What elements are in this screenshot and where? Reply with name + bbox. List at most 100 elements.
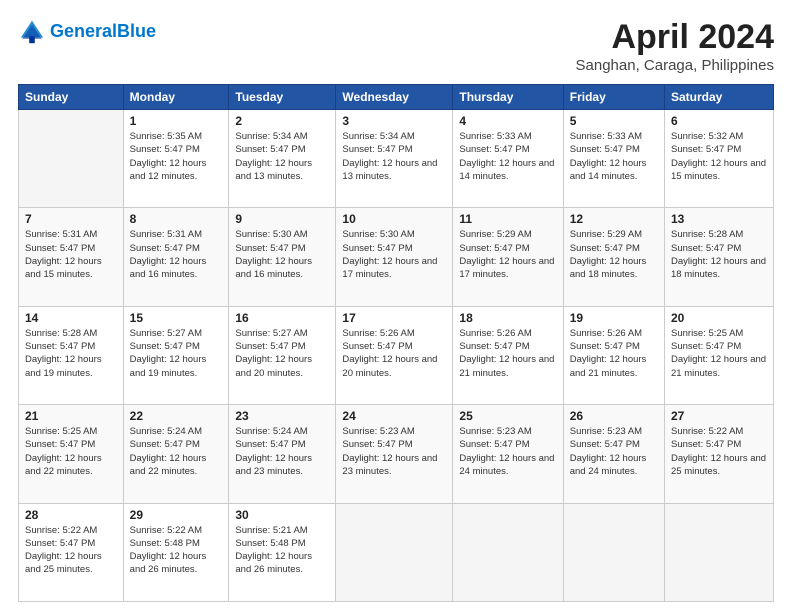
calendar-cell: 20 Sunrise: 5:25 AM Sunset: 5:47 PM Dayli… — [665, 306, 774, 404]
day-info: Sunrise: 5:32 AM Sunset: 5:47 PM Dayligh… — [671, 130, 767, 183]
day-info: Sunrise: 5:31 AM Sunset: 5:47 PM Dayligh… — [25, 228, 117, 281]
calendar-cell: 23 Sunrise: 5:24 AM Sunset: 5:47 PM Dayli… — [229, 405, 336, 503]
day-info: Sunrise: 5:35 AM Sunset: 5:47 PM Dayligh… — [130, 130, 223, 183]
day-number: 14 — [25, 311, 117, 325]
day-info: Sunrise: 5:22 AM Sunset: 5:48 PM Dayligh… — [130, 524, 223, 577]
calendar-cell: 25Sunrise: 5:23 AM Sunset: 5:47 PM Dayli… — [453, 405, 563, 503]
day-info: Sunrise: 5:34 AM Sunset: 5:47 PM Dayligh… — [342, 130, 446, 183]
day-number: 4 — [459, 114, 556, 128]
calendar-cell: 10 Sunrise: 5:30 AM Sunset: 5:47 PM Dayli… — [336, 208, 453, 306]
day-number: 10 — [342, 212, 446, 226]
calendar-cell: 19 Sunrise: 5:26 AM Sunset: 5:47 PM Dayli… — [563, 306, 664, 404]
weekday-header: Monday — [123, 85, 229, 110]
calendar-cell: 5 Sunrise: 5:33 AM Sunset: 5:47 PM Daylig… — [563, 110, 664, 208]
day-info: Sunrise: 5:26 AM Sunset: 5:47 PM Dayligh… — [342, 327, 446, 380]
calendar-cell — [563, 503, 664, 601]
calendar-cell: 21 Sunrise: 5:25 AM Sunset: 5:47 PM Dayli… — [19, 405, 124, 503]
day-info: Sunrise: 5:23 AM Sunset: 5:47 PM Dayligh… — [342, 425, 446, 478]
calendar-cell — [453, 503, 563, 601]
calendar-cell: 6 Sunrise: 5:32 AM Sunset: 5:47 PM Daylig… — [665, 110, 774, 208]
calendar-cell: 28 Sunrise: 5:22 AM Sunset: 5:47 PM Dayli… — [19, 503, 124, 601]
day-number: 16 — [235, 311, 329, 325]
day-number: 19 — [570, 311, 658, 325]
day-number: 27 — [671, 409, 767, 423]
day-number: 13 — [671, 212, 767, 226]
day-info: Sunrise: 5:29 AM Sunset: 5:47 PM Dayligh… — [570, 228, 658, 281]
calendar-week-row: 28 Sunrise: 5:22 AM Sunset: 5:47 PM Dayli… — [19, 503, 774, 601]
day-number: 30 — [235, 508, 329, 522]
calendar-cell: 29Sunrise: 5:22 AM Sunset: 5:48 PM Dayli… — [123, 503, 229, 601]
calendar-cell: 13Sunrise: 5:28 AM Sunset: 5:47 PM Dayli… — [665, 208, 774, 306]
day-number: 8 — [130, 212, 223, 226]
logo-general: General — [50, 21, 117, 41]
calendar-cell: 2Sunrise: 5:34 AM Sunset: 5:47 PM Daylig… — [229, 110, 336, 208]
logo-blue: Blue — [117, 21, 156, 41]
weekday-header: Tuesday — [229, 85, 336, 110]
calendar-cell: 3 Sunrise: 5:34 AM Sunset: 5:47 PM Daylig… — [336, 110, 453, 208]
day-number: 1 — [130, 114, 223, 128]
day-number: 23 — [235, 409, 329, 423]
calendar-cell: 15 Sunrise: 5:27 AM Sunset: 5:47 PM Dayli… — [123, 306, 229, 404]
day-number: 26 — [570, 409, 658, 423]
calendar-cell: 26 Sunrise: 5:23 AM Sunset: 5:47 PM Dayli… — [563, 405, 664, 503]
day-number: 3 — [342, 114, 446, 128]
header-row: SundayMondayTuesdayWednesdayThursdayFrid… — [19, 85, 774, 110]
day-number: 15 — [130, 311, 223, 325]
day-number: 24 — [342, 409, 446, 423]
weekday-header: Wednesday — [336, 85, 453, 110]
day-info: Sunrise: 5:28 AM Sunset: 5:47 PM Dayligh… — [25, 327, 117, 380]
calendar-cell: 16 Sunrise: 5:27 AM Sunset: 5:47 PM Dayli… — [229, 306, 336, 404]
calendar-cell: 18 Sunrise: 5:26 AM Sunset: 5:47 PM Dayli… — [453, 306, 563, 404]
calendar-week-row: 21 Sunrise: 5:25 AM Sunset: 5:47 PM Dayli… — [19, 405, 774, 503]
calendar-cell — [665, 503, 774, 601]
calendar-cell: 22 Sunrise: 5:24 AM Sunset: 5:47 PM Dayli… — [123, 405, 229, 503]
day-info: Sunrise: 5:33 AM Sunset: 5:47 PM Dayligh… — [459, 130, 556, 183]
day-info: Sunrise: 5:26 AM Sunset: 5:47 PM Dayligh… — [459, 327, 556, 380]
weekday-header: Thursday — [453, 85, 563, 110]
weekday-header: Sunday — [19, 85, 124, 110]
calendar-week-row: 7Sunrise: 5:31 AM Sunset: 5:47 PM Daylig… — [19, 208, 774, 306]
day-number: 6 — [671, 114, 767, 128]
subtitle: Sanghan, Caraga, Philippines — [576, 57, 774, 74]
day-info: Sunrise: 5:29 AM Sunset: 5:47 PM Dayligh… — [459, 228, 556, 281]
day-info: Sunrise: 5:21 AM Sunset: 5:48 PM Dayligh… — [235, 524, 329, 577]
main-title: April 2024 — [576, 18, 774, 57]
day-number: 5 — [570, 114, 658, 128]
day-info: Sunrise: 5:30 AM Sunset: 5:47 PM Dayligh… — [235, 228, 329, 281]
day-info: Sunrise: 5:27 AM Sunset: 5:47 PM Dayligh… — [235, 327, 329, 380]
logo-icon — [18, 18, 46, 46]
weekday-header: Friday — [563, 85, 664, 110]
day-info: Sunrise: 5:22 AM Sunset: 5:47 PM Dayligh… — [25, 524, 117, 577]
weekday-header: Saturday — [665, 85, 774, 110]
calendar-cell: 8Sunrise: 5:31 AM Sunset: 5:47 PM Daylig… — [123, 208, 229, 306]
day-info: Sunrise: 5:22 AM Sunset: 5:47 PM Dayligh… — [671, 425, 767, 478]
calendar-page: GeneralBlue April 2024 Sanghan, Caraga, … — [0, 0, 792, 612]
day-number: 12 — [570, 212, 658, 226]
logo-text: GeneralBlue — [50, 22, 156, 42]
day-info: Sunrise: 5:23 AM Sunset: 5:47 PM Dayligh… — [459, 425, 556, 478]
calendar-cell: 14 Sunrise: 5:28 AM Sunset: 5:47 PM Dayli… — [19, 306, 124, 404]
day-number: 21 — [25, 409, 117, 423]
calendar-cell: 7Sunrise: 5:31 AM Sunset: 5:47 PM Daylig… — [19, 208, 124, 306]
day-number: 11 — [459, 212, 556, 226]
calendar-week-row: 1 Sunrise: 5:35 AM Sunset: 5:47 PM Daylig… — [19, 110, 774, 208]
day-info: Sunrise: 5:27 AM Sunset: 5:47 PM Dayligh… — [130, 327, 223, 380]
day-info: Sunrise: 5:33 AM Sunset: 5:47 PM Dayligh… — [570, 130, 658, 183]
calendar-cell: 24 Sunrise: 5:23 AM Sunset: 5:47 PM Dayli… — [336, 405, 453, 503]
calendar-week-row: 14 Sunrise: 5:28 AM Sunset: 5:47 PM Dayli… — [19, 306, 774, 404]
day-info: Sunrise: 5:25 AM Sunset: 5:47 PM Dayligh… — [25, 425, 117, 478]
calendar-cell: 30 Sunrise: 5:21 AM Sunset: 5:48 PM Dayli… — [229, 503, 336, 601]
day-number: 22 — [130, 409, 223, 423]
day-info: Sunrise: 5:25 AM Sunset: 5:47 PM Dayligh… — [671, 327, 767, 380]
day-number: 18 — [459, 311, 556, 325]
day-number: 20 — [671, 311, 767, 325]
calendar-cell: 9 Sunrise: 5:30 AM Sunset: 5:47 PM Daylig… — [229, 208, 336, 306]
day-number: 28 — [25, 508, 117, 522]
day-info: Sunrise: 5:24 AM Sunset: 5:47 PM Dayligh… — [130, 425, 223, 478]
day-info: Sunrise: 5:24 AM Sunset: 5:47 PM Dayligh… — [235, 425, 329, 478]
day-info: Sunrise: 5:23 AM Sunset: 5:47 PM Dayligh… — [570, 425, 658, 478]
day-number: 9 — [235, 212, 329, 226]
day-info: Sunrise: 5:26 AM Sunset: 5:47 PM Dayligh… — [570, 327, 658, 380]
day-info: Sunrise: 5:30 AM Sunset: 5:47 PM Dayligh… — [342, 228, 446, 281]
calendar-cell: 4 Sunrise: 5:33 AM Sunset: 5:47 PM Daylig… — [453, 110, 563, 208]
